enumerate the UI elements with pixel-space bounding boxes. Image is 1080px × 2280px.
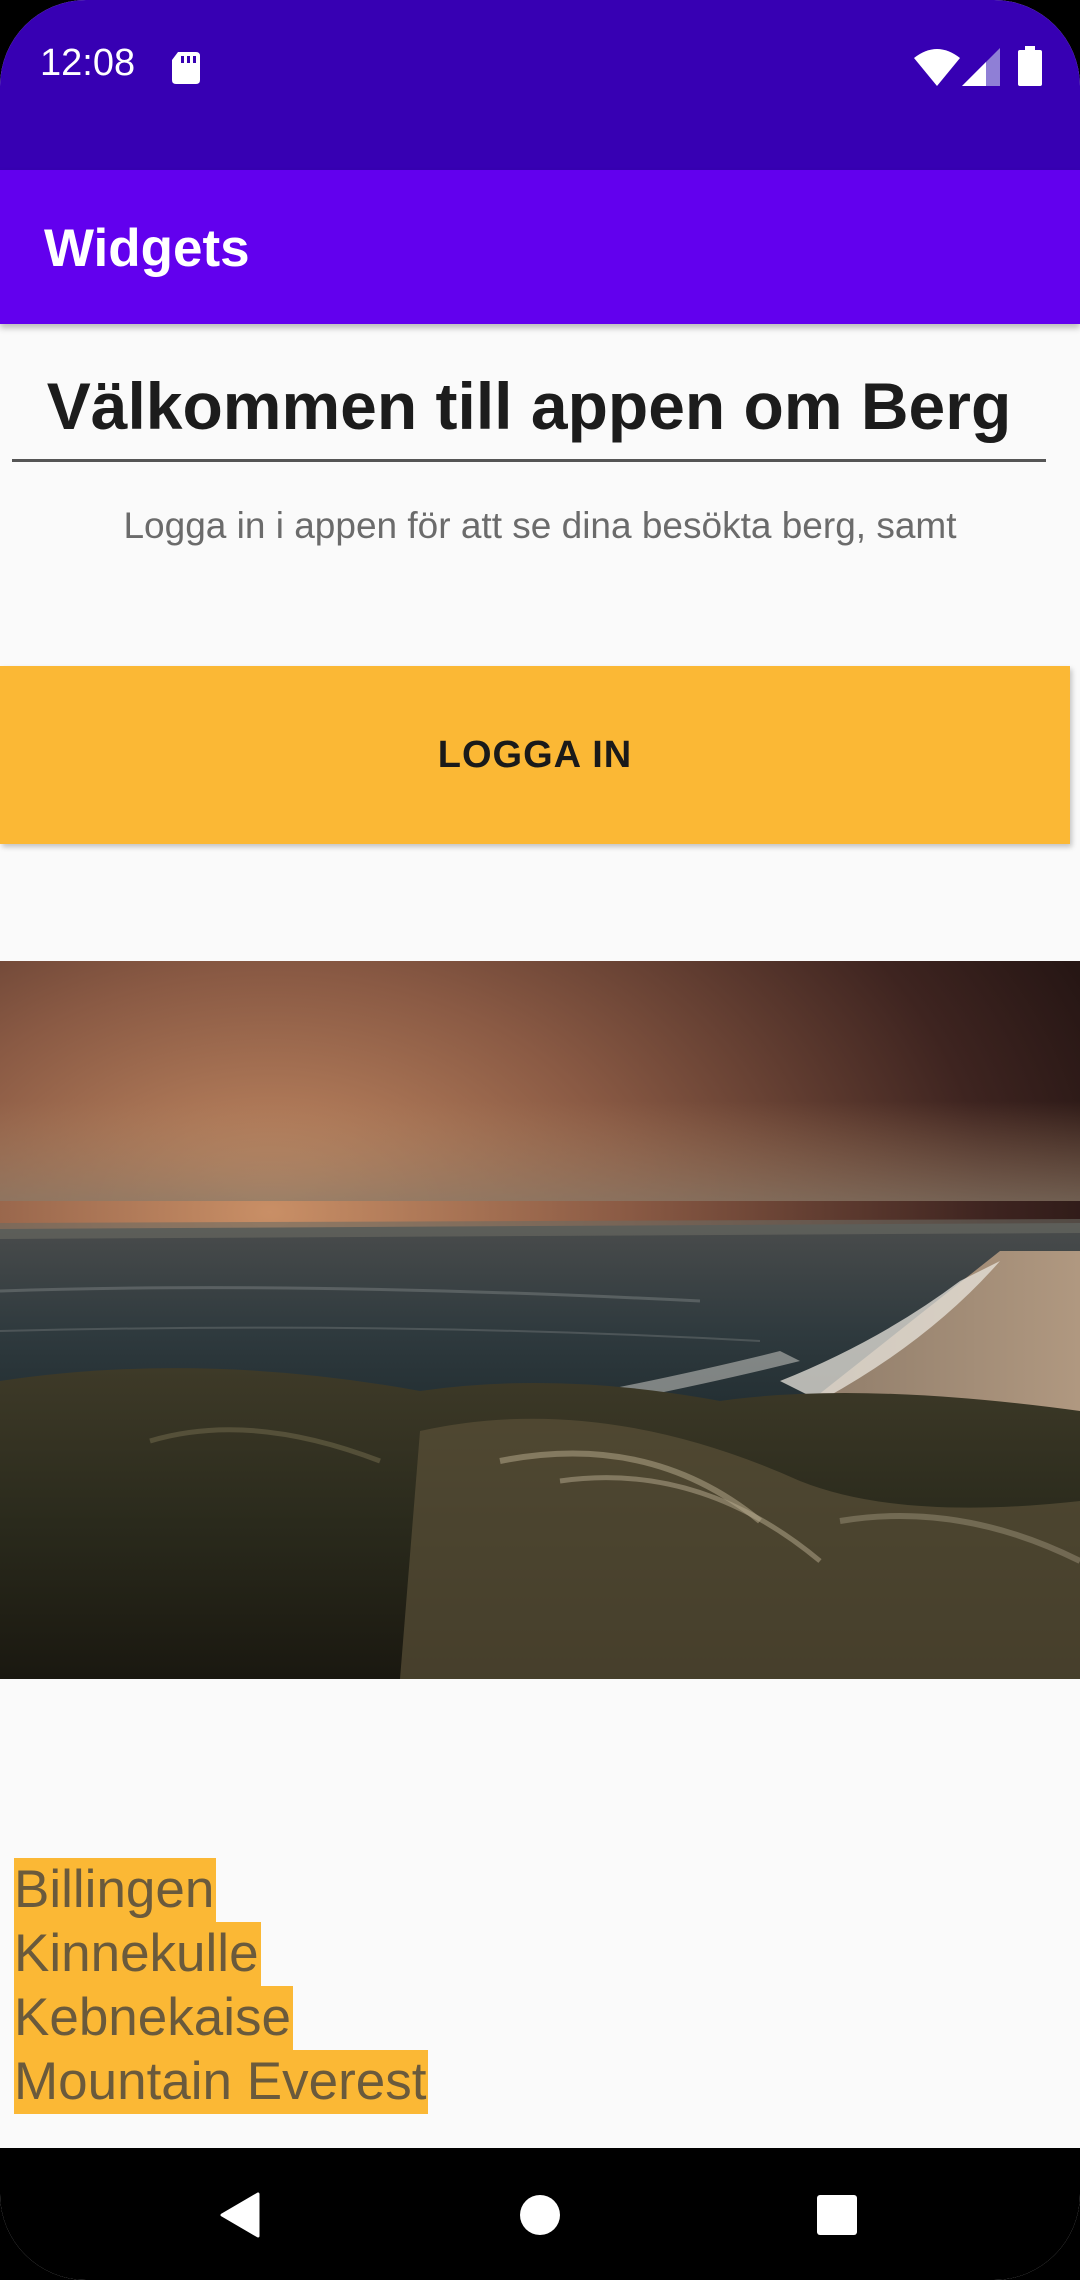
list-item: Mountain Everest bbox=[14, 2050, 429, 2114]
list-item: Kinnekulle bbox=[14, 1922, 261, 1986]
list-item: Kebnekaise bbox=[14, 1986, 293, 2050]
login-description: Logga in i appen för att se dina besökta… bbox=[123, 505, 957, 546]
sd-card-icon bbox=[172, 52, 200, 84]
coastal-landscape-picture bbox=[0, 961, 1080, 1679]
battery-icon bbox=[1018, 46, 1042, 86]
back-icon[interactable] bbox=[218, 2192, 262, 2238]
headline-underline bbox=[12, 459, 1046, 462]
app-screen: 12:08 Widgets Välkommen till appen om Be… bbox=[0, 0, 1080, 2280]
mountain-list: Billingen Kinnekulle Kebnekaise Mountain… bbox=[14, 1858, 429, 2114]
login-button[interactable]: LOGGA IN bbox=[0, 666, 1070, 844]
app-bar: Widgets bbox=[0, 170, 1080, 324]
signal-icon bbox=[962, 48, 1000, 86]
list-item: Billingen bbox=[14, 1858, 217, 1922]
recents-icon[interactable] bbox=[816, 2194, 858, 2236]
login-button-label: LOGGA IN bbox=[437, 733, 633, 776]
home-icon[interactable] bbox=[519, 2194, 561, 2236]
landscape-image bbox=[0, 961, 1080, 1679]
status-time: 12:08 bbox=[40, 42, 136, 84]
welcome-headline: Välkommen till appen om Berg bbox=[46, 369, 1012, 443]
app-title: Widgets bbox=[44, 219, 250, 278]
wifi-icon bbox=[914, 49, 960, 86]
status-bar: 12:08 bbox=[0, 0, 1080, 170]
